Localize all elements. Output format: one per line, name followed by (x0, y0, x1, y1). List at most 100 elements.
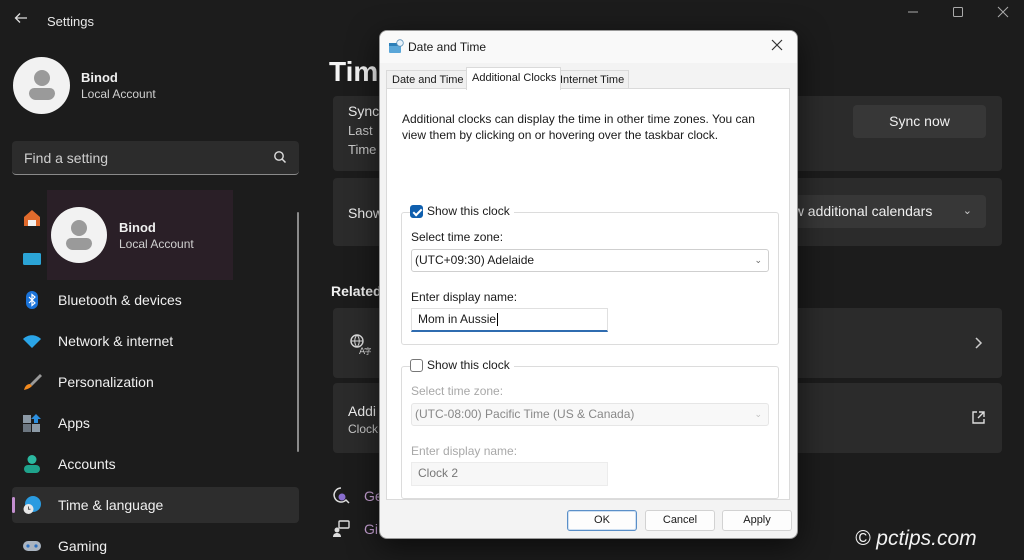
maximize-icon (953, 7, 963, 17)
sync-time: Time (348, 142, 377, 157)
description-text: Additional clocks can display the time i… (402, 112, 755, 142)
profile-name: Binod (119, 219, 156, 235)
tab-date-and-time[interactable]: Date and Time (386, 70, 469, 89)
feedback-icon (333, 520, 350, 537)
clock-1-name-value: Mom in Aussie (418, 312, 497, 326)
sidebar-item-label: Personalization (58, 374, 154, 390)
close-window-button[interactable] (980, 2, 1024, 26)
sync-title: Sync (348, 103, 380, 119)
maximize-button[interactable] (935, 2, 981, 26)
search-input[interactable] (12, 141, 299, 174)
related-item-subtitle: Clock (348, 422, 379, 436)
date-time-dialog: Date and Time Date and Time Additional C… (379, 30, 798, 539)
clock-2-group: Show this clock Select time zone: (UTC-0… (401, 358, 779, 499)
sidebar-item-apps[interactable]: Apps (12, 405, 299, 441)
text-caret (497, 313, 499, 327)
clock-1-checkbox[interactable] (410, 204, 423, 218)
chevron-down-icon: ⌄ (754, 409, 762, 419)
related-item-title: Addi (348, 403, 377, 419)
language-icon: A字 (350, 334, 371, 355)
sidebar-item-network[interactable]: Network & internet (12, 323, 299, 359)
chevron-down-icon: ⌄ (962, 205, 972, 217)
apps-icon (23, 414, 41, 432)
clock-1-name-label: Enter display name: (411, 290, 518, 304)
open-external-icon (972, 411, 985, 424)
sync-now-button[interactable]: Sync now (853, 105, 986, 138)
tab-internet-time[interactable]: Internet Time (554, 70, 630, 89)
sidebar-item-time-language[interactable]: Time & language (12, 487, 299, 523)
search-icon[interactable] (273, 150, 287, 164)
clock-2-name-value: Clock 2 (418, 466, 459, 480)
sidebar-item-personalization[interactable]: Personalization (12, 364, 299, 400)
chevron-right-icon (975, 337, 983, 349)
accounts-icon (24, 455, 40, 473)
additional-clocks-panel: Additional clocks can display the time i… (386, 88, 790, 500)
sidebar-item-gaming[interactable]: Gaming (12, 528, 299, 560)
sidebar-item-label: Time & language (58, 497, 164, 513)
clock-2-name-input: Clock 2 (411, 462, 608, 486)
minimize-button[interactable] (890, 2, 936, 26)
tab-additional-clocks[interactable]: Additional Clocks (466, 67, 562, 90)
system-icon (23, 253, 41, 265)
link-label: Gi (364, 521, 378, 537)
date-time-icon (389, 39, 404, 53)
sidebar-item-label: Accounts (58, 456, 116, 472)
clock-2-timezone-label: Select time zone: (411, 384, 504, 398)
avatar (51, 207, 107, 263)
related-section-label: Related (331, 283, 382, 299)
gaming-icon (23, 541, 41, 551)
dialog-close-button[interactable] (765, 35, 789, 59)
home-icon (24, 210, 40, 226)
sidebar-item-bluetooth[interactable]: Bluetooth & devices (12, 282, 299, 318)
back-button[interactable] (10, 10, 32, 32)
apply-button[interactable]: Apply (722, 510, 792, 531)
additional-calendars-dropdown[interactable]: ow additional calendars ⌄ (776, 195, 986, 228)
clock-1-timezone-value: (UTC+09:30) Adelaide (415, 253, 535, 267)
avatar (13, 57, 70, 114)
profile-account-type: Local Account (81, 87, 156, 101)
active-indicator (12, 497, 15, 513)
user-profile[interactable]: Binod Local Account (13, 57, 156, 114)
clock-2-show-label[interactable]: Show this clock (427, 358, 510, 372)
dragged-profile-card: Binod Local Account (47, 190, 233, 280)
dropdown-value: ow additional calendars (786, 203, 933, 219)
bluetooth-icon (26, 291, 38, 309)
clock-1-timezone-select[interactable]: (UTC+09:30) Adelaide ⌄ (411, 249, 769, 272)
clock-1-show-label[interactable]: Show this clock (427, 204, 510, 218)
sidebar-item-label: Network & internet (58, 333, 174, 349)
search-box[interactable] (12, 141, 299, 175)
clock-2-timezone-value: (UTC-08:00) Pacific Time (US & Canada) (415, 407, 635, 421)
sidebar-item-label: Gaming (58, 538, 108, 554)
dialog-title-bar[interactable]: Date and Time (380, 31, 797, 63)
app-title: Settings (47, 14, 94, 29)
time-language-icon (23, 496, 41, 514)
page-title: Tim (329, 56, 379, 87)
brush-icon (24, 374, 42, 390)
clock-2-checkbox[interactable] (410, 358, 423, 372)
clock-1-group: Show this clock Select time zone: (UTC+0… (401, 204, 779, 345)
clock-2-name-label: Enter display name: (411, 444, 518, 458)
profile-account-type: Local Account (119, 236, 194, 251)
svg-text:字: 字 (364, 346, 371, 355)
sidebar-scrollbar[interactable] (297, 212, 299, 452)
clock-1-timezone-label: Select time zone: (411, 230, 504, 244)
close-icon (997, 6, 1009, 18)
minimize-icon (908, 11, 918, 13)
sidebar-item-accounts[interactable]: Accounts (12, 446, 299, 482)
clock-2-timezone-select: (UTC-08:00) Pacific Time (US & Canada) ⌄ (411, 403, 769, 426)
profile-name: Binod (81, 70, 118, 85)
dialog-title: Date and Time (408, 40, 487, 54)
help-icon (333, 487, 350, 504)
chevron-down-icon: ⌄ (754, 255, 762, 265)
close-icon (771, 39, 783, 51)
clock-1-name-input[interactable]: Mom in Aussie (411, 308, 608, 332)
sidebar-item-label: Apps (58, 415, 90, 431)
wifi-icon (23, 335, 41, 348)
sync-last: Last (348, 123, 373, 138)
calendar-label: Show (348, 205, 384, 221)
arrow-left-icon (14, 13, 27, 23)
ok-button[interactable]: OK (567, 510, 637, 531)
sidebar-item-label: Bluetooth & devices (58, 292, 182, 308)
cancel-button[interactable]: Cancel (645, 510, 715, 531)
watermark: © pctips.com (855, 527, 977, 550)
